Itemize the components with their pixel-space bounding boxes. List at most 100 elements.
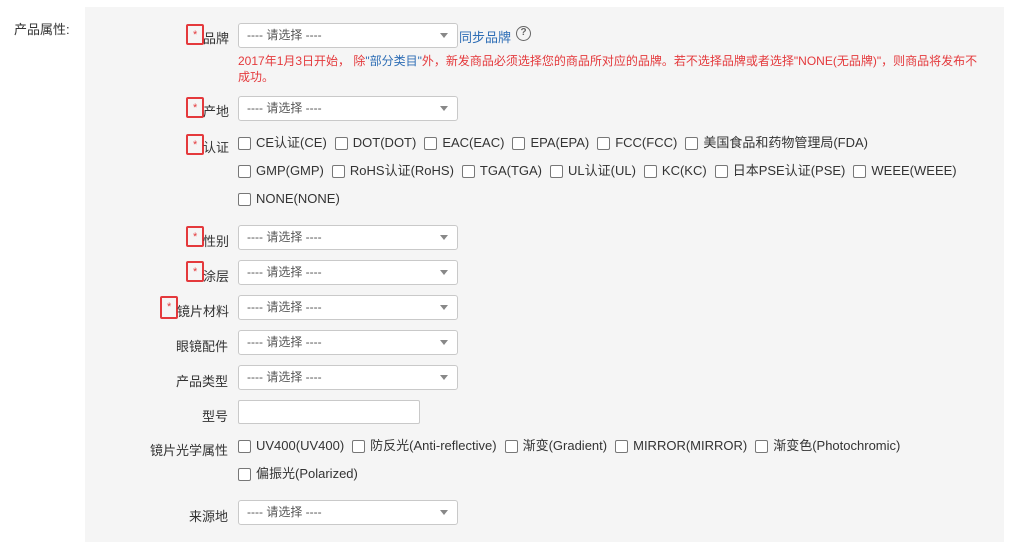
checkbox-label: 美国食品和药物管理局(FDA) [703, 135, 868, 150]
chevron-down-icon [440, 510, 448, 515]
checkbox-option[interactable]: UL认证(UL) [550, 161, 636, 181]
required-mark: * [193, 231, 198, 243]
certification-options-line3: NONE(NONE) [238, 189, 348, 209]
checkbox[interactable] [424, 136, 438, 150]
checkbox-option[interactable]: NONE(NONE) [238, 189, 340, 209]
checkbox-label: CE认证(CE) [256, 135, 327, 150]
checkbox-label: EAC(EAC) [442, 135, 505, 150]
checkbox[interactable] [238, 439, 251, 453]
checkbox-option[interactable]: GMP(GMP) [238, 161, 324, 181]
checkbox-label: 日本PSE认证(PSE) [732, 163, 846, 178]
sync-brand-link[interactable]: 同步品牌 [459, 27, 511, 46]
checkbox-option[interactable]: EPA(EPA) [512, 133, 589, 153]
origin-select[interactable]: ---- 请选择 ---- [238, 96, 458, 121]
accessories-label: 眼镜配件 [176, 339, 229, 354]
checkbox[interactable] [685, 136, 699, 150]
product-type-select-value: ---- 请选择 ---- [247, 370, 322, 384]
checkbox[interactable] [238, 192, 251, 206]
checkbox[interactable] [512, 136, 526, 150]
accessories-select-value: ---- 请选择 ---- [247, 335, 322, 349]
certification-options-line1: CE认证(CE) DOT(DOT) EAC(EAC) EPA(EPA) FCC(FCC)… [238, 133, 876, 153]
source-select-value: ---- 请选择 ---- [247, 505, 322, 519]
checkbox-option[interactable]: 偏振光(Polarized) [238, 464, 358, 484]
checkbox-option[interactable]: 美国食品和药物管理局(FDA) [685, 133, 868, 153]
checkbox[interactable] [238, 467, 251, 481]
checkbox[interactable] [597, 136, 611, 150]
optical-options-line2: 偏振光(Polarized) [238, 464, 366, 484]
product-type-select[interactable]: ---- 请选择 ---- [238, 365, 458, 390]
checkbox[interactable] [755, 439, 769, 453]
checkbox[interactable] [238, 164, 251, 178]
required-mark: * [193, 102, 198, 114]
chevron-down-icon [440, 270, 448, 275]
source-select[interactable]: ---- 请选择 ---- [238, 500, 458, 525]
checkbox-label: 渐变(Gradient) [522, 438, 608, 453]
checkbox-option[interactable]: FCC(FCC) [597, 133, 677, 153]
origin-select-value: ---- 请选择 ---- [247, 101, 322, 115]
certification-label: 认证 [203, 140, 230, 155]
checkbox-option[interactable]: MIRROR(MIRROR) [615, 436, 747, 456]
lens-material-select[interactable]: ---- 请选择 ---- [238, 295, 458, 320]
checkbox[interactable] [550, 164, 564, 178]
checkbox[interactable] [615, 439, 629, 453]
checkbox-label: KC(KC) [661, 163, 707, 178]
source-label: 来源地 [189, 509, 229, 524]
checkbox[interactable] [461, 164, 475, 178]
product-type-label: 产品类型 [176, 374, 229, 389]
gender-select[interactable]: ---- 请选择 ---- [238, 225, 458, 250]
checkbox[interactable] [352, 439, 366, 453]
checkbox-option[interactable]: EAC(EAC) [424, 133, 504, 153]
accessories-select[interactable]: ---- 请选择 ---- [238, 330, 458, 355]
checkbox-option[interactable]: 渐变色(Photochromic) [755, 436, 900, 456]
section-label: 产品属性: [14, 22, 70, 37]
chevron-down-icon [440, 340, 448, 345]
model-input[interactable] [238, 400, 420, 424]
required-mark: * [167, 301, 172, 313]
checkbox[interactable] [331, 164, 345, 178]
certification-options-line2: GMP(GMP) RoHS认证(RoHS) TGA(TGA) UL认证(UL) KC(K… [238, 161, 965, 181]
checkbox-option[interactable]: 防反光(Anti-reflective) [352, 436, 497, 456]
required-mark: * [193, 29, 198, 41]
checkbox[interactable] [853, 164, 867, 178]
checkbox-label: DOT(DOT) [352, 135, 417, 150]
checkbox-label: EPA(EPA) [530, 135, 590, 150]
origin-label: 产地 [203, 104, 230, 119]
brand-notice: 2017年1月3日开始， 除"部分类目"外，新发商品必须选择您的商品所对应的品牌… [238, 53, 978, 85]
checkbox-option[interactable]: 渐变(Gradient) [504, 436, 608, 456]
gender-label: 性别 [203, 234, 230, 249]
chevron-down-icon [440, 106, 448, 111]
checkbox-option[interactable]: WEEE(WEEE) [853, 161, 957, 181]
checkbox-label: WEEE(WEEE) [871, 163, 957, 178]
checkbox[interactable] [238, 136, 251, 150]
brand-select[interactable]: ---- 请选择 ---- [238, 23, 458, 48]
required-mark: * [193, 266, 198, 278]
checkbox-label: NONE(NONE) [256, 191, 340, 206]
checkbox-label: UL认证(UL) [568, 163, 636, 178]
checkbox-label: 渐变色(Photochromic) [773, 438, 901, 453]
chevron-down-icon [440, 375, 448, 380]
partial-category-link[interactable]: "部分类目" [365, 54, 422, 68]
checkbox-option[interactable]: DOT(DOT) [334, 133, 417, 153]
checkbox[interactable] [714, 164, 728, 178]
checkbox-option[interactable]: 日本PSE认证(PSE) [714, 161, 846, 181]
checkbox-option[interactable]: CE认证(CE) [238, 133, 327, 153]
checkbox-option[interactable]: UV400(UV400) [238, 436, 344, 456]
chevron-down-icon [440, 305, 448, 310]
coating-select[interactable]: ---- 请选择 ---- [238, 260, 458, 285]
checkbox[interactable] [334, 136, 348, 150]
optical-attr-label: 镜片光学属性 [150, 443, 229, 458]
notice-text: 2017年1月3日开始， 除 [238, 54, 366, 68]
checkbox-option[interactable]: RoHS认证(RoHS) [331, 161, 454, 181]
checkbox[interactable] [504, 439, 518, 453]
checkbox[interactable] [643, 164, 657, 178]
checkbox-label: FCC(FCC) [615, 135, 678, 150]
checkbox-label: UV400(UV400) [256, 438, 345, 453]
checkbox-label: GMP(GMP) [256, 163, 324, 178]
help-icon[interactable]: ? [516, 26, 531, 41]
coating-label: 涂层 [203, 269, 230, 284]
chevron-down-icon [440, 235, 448, 240]
checkbox-option[interactable]: TGA(TGA) [461, 161, 542, 181]
brand-select-value: ---- 请选择 ---- [247, 28, 322, 42]
checkbox-option[interactable]: KC(KC) [643, 161, 707, 181]
gender-select-value: ---- 请选择 ---- [247, 230, 322, 244]
